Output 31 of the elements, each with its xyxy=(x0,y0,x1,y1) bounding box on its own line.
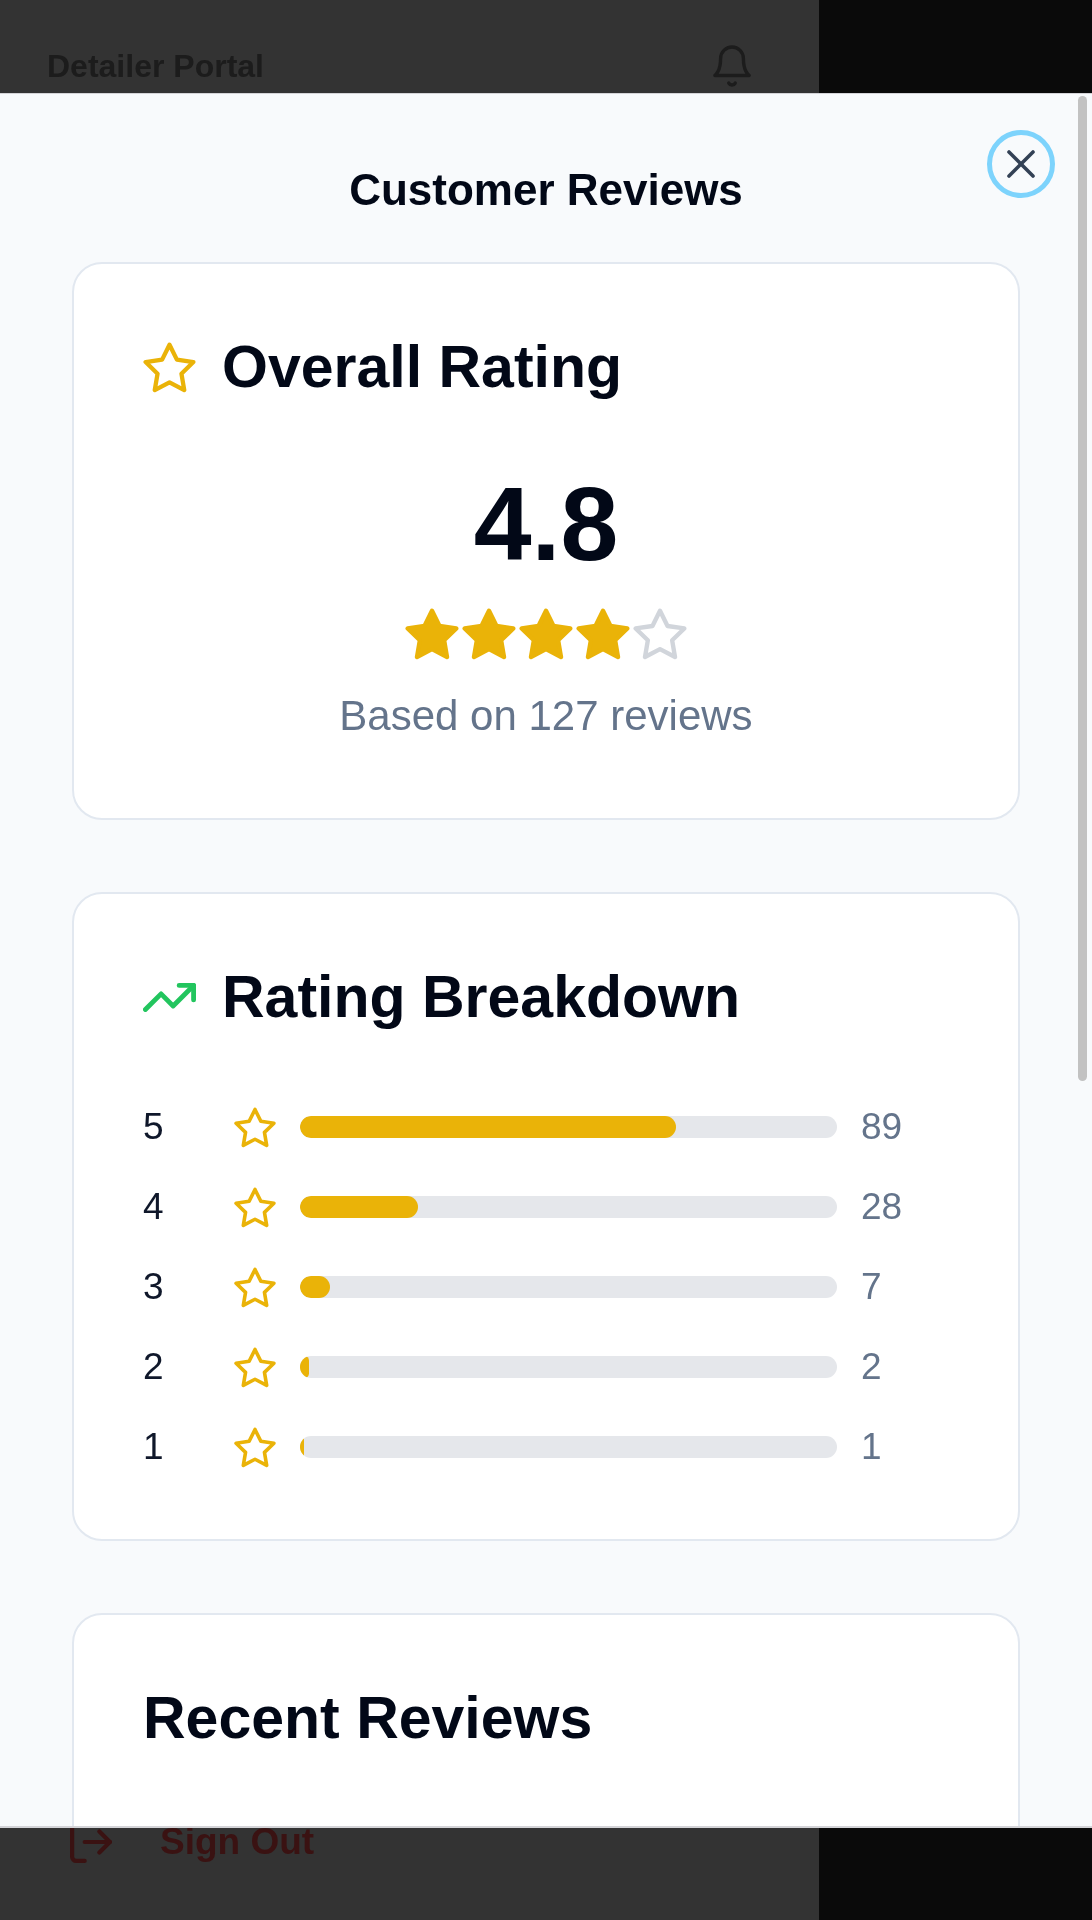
star-icon xyxy=(576,608,630,660)
rating-label: 1 xyxy=(143,1426,164,1468)
star-icon xyxy=(234,1186,276,1228)
card-heading: Recent Reviews xyxy=(143,1685,593,1751)
star-icon xyxy=(405,608,459,660)
star-icon xyxy=(633,608,687,660)
rating-label: 2 xyxy=(143,1346,164,1388)
review-count: 89 xyxy=(861,1106,903,1148)
scrollbar-thumb[interactable] xyxy=(1078,96,1087,1081)
review-count: 7 xyxy=(861,1266,882,1308)
rating-label: 3 xyxy=(143,1266,164,1308)
star-icon xyxy=(234,1426,276,1468)
star-icon xyxy=(234,1266,276,1308)
rating-score: 4.8 xyxy=(473,465,619,584)
trending-up-icon xyxy=(143,982,196,1012)
modal-title: Customer Reviews xyxy=(349,164,743,216)
rating-label: 5 xyxy=(143,1106,164,1148)
rating-label: 4 xyxy=(143,1186,164,1228)
star-icon xyxy=(234,1346,276,1388)
review-count: 2 xyxy=(861,1346,882,1388)
star-icon xyxy=(143,341,196,393)
card-heading: Rating Breakdown xyxy=(222,964,740,1030)
review-count: 28 xyxy=(861,1186,903,1228)
review-total: Based on 127 reviews xyxy=(339,692,753,740)
bell-icon[interactable] xyxy=(713,45,751,87)
star-icon xyxy=(462,608,516,660)
star-icon xyxy=(519,608,573,660)
review-count: 1 xyxy=(861,1426,882,1468)
close-icon xyxy=(1007,150,1035,178)
card-heading: Overall Rating xyxy=(222,334,622,400)
star-icon xyxy=(234,1106,276,1148)
